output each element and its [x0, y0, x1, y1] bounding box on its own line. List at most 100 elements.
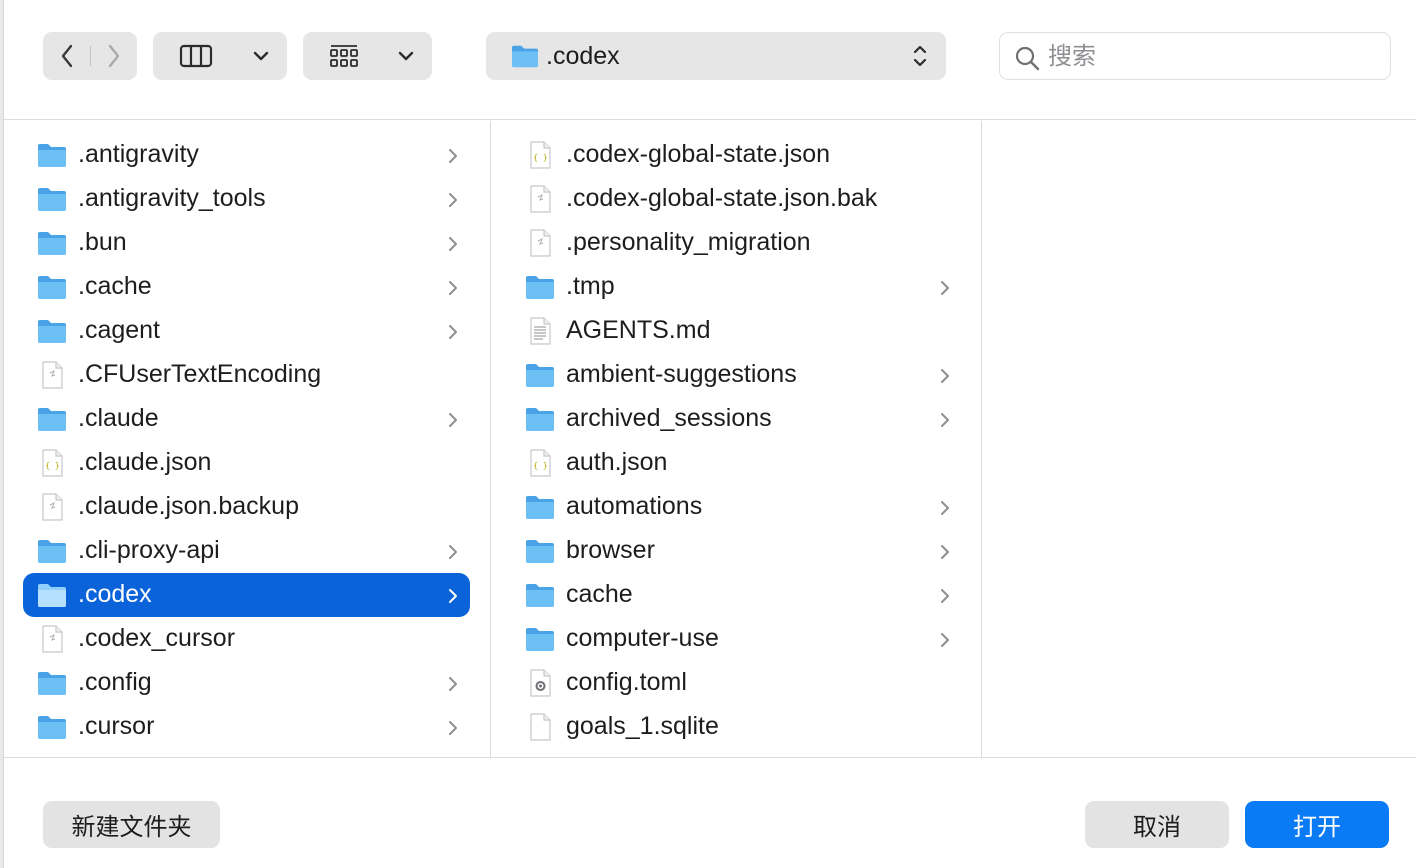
- row-label: .personality_migration: [566, 228, 811, 256]
- row-label: .cli-proxy-api: [78, 536, 220, 564]
- home-item-row[interactable]: .cli-proxy-api: [23, 529, 470, 573]
- svg-text:{ }: { }: [45, 461, 59, 470]
- json-file-icon: { }: [524, 449, 556, 477]
- folder-icon: [524, 273, 556, 301]
- chevron-down-icon: [398, 51, 414, 61]
- chevron-left-icon: [61, 44, 72, 68]
- codex-item-row[interactable]: archived_sessions: [511, 397, 962, 441]
- document-icon: [524, 713, 556, 741]
- json-file-icon: { }: [36, 449, 68, 477]
- home-item-row[interactable]: .CFUserTextEncoding: [23, 353, 470, 397]
- home-item-row[interactable]: .config: [23, 661, 470, 705]
- row-label: .tmp: [566, 272, 615, 300]
- folder-icon: [36, 405, 68, 433]
- home-item-row[interactable]: .cache: [23, 265, 470, 309]
- folder-icon: [36, 273, 68, 301]
- folder-icon: [36, 141, 68, 169]
- codex-item-row[interactable]: config.toml: [511, 661, 962, 705]
- row-label: .CFUserTextEncoding: [78, 360, 322, 388]
- up-down-chevron-icon: [913, 45, 927, 67]
- grid-group-icon: [330, 45, 358, 67]
- codex-item-row[interactable]: { } .codex-global-state.json: [511, 133, 962, 177]
- codex-item-row[interactable]: automations: [511, 485, 962, 529]
- toolbar: .codex: [4, 0, 1416, 120]
- home-item-row[interactable]: .claude: [23, 397, 470, 441]
- folder-icon: [36, 713, 68, 741]
- exec-file-icon: [36, 625, 68, 653]
- back-forward-control: [43, 32, 137, 80]
- folder-icon: [36, 669, 68, 697]
- chevron-right-icon: [940, 588, 950, 609]
- home-item-row[interactable]: .antigravity: [23, 133, 470, 177]
- search-input[interactable]: [1048, 41, 1378, 73]
- columns-view-icon: [179, 44, 213, 68]
- row-label: automations: [566, 492, 703, 520]
- chevron-right-icon: [448, 588, 458, 609]
- codex-item-row[interactable]: browser: [511, 529, 962, 573]
- view-mode-button[interactable]: [153, 32, 287, 80]
- chevron-right-icon: [940, 280, 950, 301]
- row-label: browser: [566, 536, 655, 564]
- chevron-right-icon: [940, 500, 950, 521]
- codex-item-row[interactable]: goals_1.sqlite: [511, 705, 962, 749]
- codex-item-row[interactable]: .personality_migration: [511, 221, 962, 265]
- codex-item-row[interactable]: .codex-global-state.json.bak: [511, 177, 962, 221]
- folder-icon: [524, 361, 556, 389]
- folder-icon: [36, 581, 68, 609]
- home-item-row[interactable]: .bun: [23, 221, 470, 265]
- row-label: computer-use: [566, 624, 719, 652]
- row-label: .antigravity_tools: [78, 184, 266, 212]
- folder-icon: [524, 405, 556, 433]
- back-button[interactable]: [43, 32, 90, 80]
- location-popup[interactable]: .codex: [486, 32, 946, 80]
- open-button[interactable]: 打开: [1245, 801, 1389, 848]
- nav-divider: [90, 46, 91, 66]
- chevron-right-icon: [940, 632, 950, 653]
- column-home: .antigravity .antigravity_tools .bun .cache…: [4, 121, 491, 757]
- chevron-down-icon: [253, 51, 269, 61]
- chevron-right-icon: [448, 720, 458, 741]
- chevron-right-icon: [448, 412, 458, 433]
- codex-item-row[interactable]: computer-use: [511, 617, 962, 661]
- home-item-row[interactable]: .claude.json.backup: [23, 485, 470, 529]
- home-item-row[interactable]: .codex: [23, 573, 470, 617]
- group-by-button[interactable]: [303, 32, 432, 80]
- home-item-row[interactable]: .cagent: [23, 309, 470, 353]
- open-file-dialog: .codex .antigravity .antigravity_tools .bu…: [3, 0, 1416, 868]
- home-item-row[interactable]: .cursor: [23, 705, 470, 749]
- json-file-icon: { }: [524, 141, 556, 169]
- row-label: goals_1.sqlite: [566, 712, 719, 740]
- svg-text:{ }: { }: [533, 153, 547, 162]
- folder-icon: [36, 185, 68, 213]
- codex-item-row[interactable]: AGENTS.md: [511, 309, 962, 353]
- exec-file-icon: [36, 493, 68, 521]
- chevron-right-icon: [940, 412, 950, 433]
- location-label: .codex: [546, 42, 620, 70]
- column-codex: { } .codex-global-state.json .codex-global…: [492, 121, 982, 757]
- search-field[interactable]: [999, 32, 1391, 80]
- row-label: .codex-global-state.json.bak: [566, 184, 878, 212]
- codex-item-row[interactable]: cache: [511, 573, 962, 617]
- row-label: .config: [78, 668, 152, 696]
- codex-item-row[interactable]: .tmp: [511, 265, 962, 309]
- folder-icon: [36, 229, 68, 257]
- cancel-button[interactable]: 取消: [1085, 801, 1229, 848]
- text-file-icon: [524, 317, 556, 345]
- home-item-row[interactable]: { } .claude.json: [23, 441, 470, 485]
- folder-icon: [36, 537, 68, 565]
- folder-icon: [524, 537, 556, 565]
- chevron-right-icon: [448, 148, 458, 169]
- new-folder-button[interactable]: 新建文件夹: [43, 801, 220, 848]
- home-item-row[interactable]: .antigravity_tools: [23, 177, 470, 221]
- forward-button[interactable]: [90, 32, 137, 80]
- chevron-right-icon: [940, 368, 950, 389]
- row-label: .cache: [78, 272, 152, 300]
- codex-item-row[interactable]: ambient-suggestions: [511, 353, 962, 397]
- row-label: .claude: [78, 404, 159, 432]
- chevron-right-icon: [108, 44, 119, 68]
- row-label: ambient-suggestions: [566, 360, 797, 388]
- codex-item-row[interactable]: { } auth.json: [511, 441, 962, 485]
- home-item-row[interactable]: .codex_cursor: [23, 617, 470, 661]
- chevron-right-icon: [940, 544, 950, 565]
- row-label: .antigravity: [78, 140, 199, 168]
